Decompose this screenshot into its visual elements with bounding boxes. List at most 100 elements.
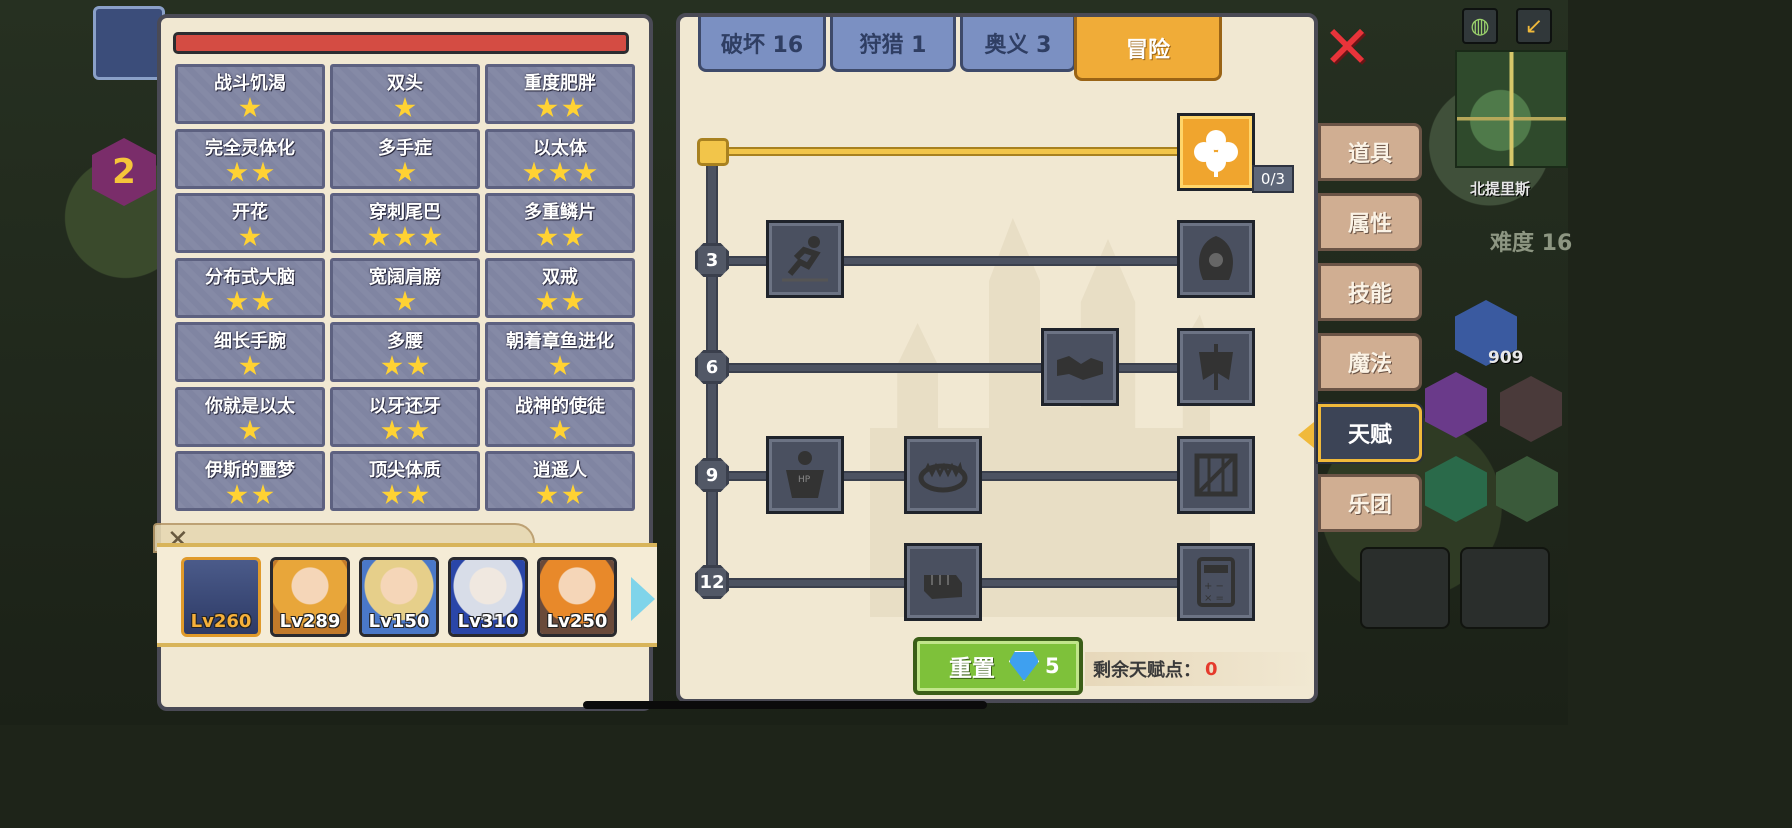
- hero-portrait-3[interactable]: Lv150: [359, 557, 439, 637]
- trait-cell[interactable]: 双头: [330, 64, 480, 124]
- trait-stars: [381, 355, 429, 377]
- star-icon: [226, 290, 248, 311]
- trait-cell[interactable]: 多腰: [330, 322, 480, 382]
- team-strip: Lv260 Lv289 Lv150 Lv310 Lv250: [157, 543, 657, 647]
- trait-cell[interactable]: 双戒: [485, 257, 635, 318]
- trait-name: 你就是以太: [205, 395, 295, 417]
- sleep-slot[interactable]: [1460, 547, 1550, 629]
- star-icon: [239, 97, 261, 118]
- trait-name: 重度肥胖: [524, 73, 596, 94]
- trait-name: 以太体: [533, 137, 587, 159]
- points-label: 剩余天赋点：: [1093, 660, 1201, 681]
- star-icon: [549, 161, 571, 182]
- star-icon: [523, 161, 545, 182]
- side-tab-band[interactable]: 乐团: [1318, 474, 1422, 532]
- bear-trap-talent[interactable]: [904, 436, 982, 514]
- level-node-label: 12: [699, 571, 725, 593]
- star-icon: [239, 419, 261, 440]
- side-tab-talent[interactable]: 天赋: [1318, 404, 1422, 462]
- trait-cell[interactable]: 分布式大脑: [175, 257, 325, 318]
- minimap[interactable]: [1455, 50, 1568, 168]
- trait-stars: [536, 290, 584, 313]
- side-tab-skills[interactable]: 技能: [1318, 263, 1422, 321]
- trait-cell[interactable]: 伊斯的噩梦: [175, 451, 325, 511]
- war-banner-talent[interactable]: [1177, 328, 1255, 406]
- trait-cell[interactable]: 完全灵体化: [175, 128, 325, 189]
- hero-portrait-1[interactable]: Lv260: [181, 557, 261, 637]
- trait-cell[interactable]: 宽阔肩膀: [330, 257, 480, 318]
- difficulty-label: 难度 16: [1490, 231, 1573, 256]
- side-tab-items[interactable]: 道具: [1318, 123, 1422, 181]
- minimize-icon[interactable]: ↙: [1516, 8, 1552, 44]
- fist-icon: [924, 575, 962, 599]
- meat-food-slot[interactable]: [1360, 547, 1450, 629]
- crate-talent[interactable]: [1177, 436, 1255, 514]
- tab-mystery[interactable]: 奥义 3: [960, 17, 1076, 72]
- talent-start-node: [697, 138, 729, 166]
- trait-stars: [239, 226, 261, 248]
- trait-cell[interactable]: 重度肥胖: [485, 64, 635, 124]
- tab-hunting[interactable]: 狩猎 1: [830, 17, 956, 72]
- trait-cell[interactable]: 多重鳞片: [485, 193, 635, 253]
- hp-muscle-talent[interactable]: HP: [766, 436, 844, 514]
- handshake-talent[interactable]: [1041, 328, 1119, 406]
- hero-level: Lv250: [546, 611, 608, 632]
- tab-destruction[interactable]: 破坏 16: [698, 17, 826, 72]
- sprint-talent[interactable]: [766, 220, 844, 298]
- hero-portrait-2[interactable]: Lv289: [270, 557, 350, 637]
- talent-track-top: [712, 147, 1182, 156]
- hero-level: Lv289: [279, 611, 341, 632]
- trait-stars: [381, 419, 429, 442]
- home-indicator[interactable]: [583, 701, 987, 709]
- tab-adventure[interactable]: 冒险: [1074, 17, 1222, 81]
- hooded-figure-talent[interactable]: [1177, 220, 1255, 298]
- star-icon: [536, 226, 558, 247]
- hero-level: Lv260: [190, 611, 252, 632]
- reset-button[interactable]: 重置 5: [913, 637, 1083, 695]
- globe-icon[interactable]: ◍: [1462, 8, 1498, 44]
- trait-cell[interactable]: 以太体: [485, 128, 635, 189]
- next-hero-arrow-icon[interactable]: [631, 577, 655, 621]
- trait-stars: [381, 484, 429, 506]
- trait-cell[interactable]: 以牙还牙: [330, 386, 480, 447]
- trait-cell[interactable]: 多手症: [330, 128, 480, 189]
- trait-cell[interactable]: 战斗饥渴: [175, 64, 325, 124]
- player-avatar[interactable]: [93, 6, 165, 80]
- trait-cell[interactable]: 穿刺尾巴: [330, 193, 480, 253]
- star-icon: [407, 419, 429, 440]
- side-tab-magic[interactable]: 魔法: [1318, 333, 1422, 391]
- trait-cell[interactable]: 顶尖体质: [330, 451, 480, 511]
- star-icon: [252, 290, 274, 311]
- star-icon: [226, 161, 248, 182]
- trait-grid: 战斗饥渴 双头 重度肥胖完全灵体化 多手症 以太体开花 穿刺尾巴 多重鳞片分布式大脑 宽阔肩膀…: [175, 64, 637, 511]
- trait-stars: [394, 161, 416, 184]
- trait-cell[interactable]: 开花: [175, 193, 325, 253]
- trait-cell[interactable]: 你就是以太: [175, 386, 325, 447]
- trait-name: 以牙还牙: [369, 395, 441, 417]
- trait-stars: [536, 226, 584, 248]
- calculator-talent[interactable]: + − × =: [1177, 543, 1255, 621]
- trait-name: 朝着章鱼进化: [506, 331, 614, 352]
- trait-cell[interactable]: 战神的使徒: [485, 386, 635, 447]
- trait-cell[interactable]: 朝着章鱼进化: [485, 322, 635, 382]
- trait-name: 战神的使徒: [515, 395, 605, 417]
- trait-cell[interactable]: 逍遥人: [485, 451, 635, 511]
- hero-portrait-4[interactable]: Lv310: [448, 557, 528, 637]
- fist-talent[interactable]: [904, 543, 982, 621]
- trait-name: 双戒: [542, 266, 578, 288]
- close-icon[interactable]: ✕: [1322, 18, 1372, 76]
- diamond-icon: [1009, 651, 1039, 681]
- star-icon: [575, 161, 597, 182]
- trait-stars: [523, 161, 597, 184]
- side-tab-attributes[interactable]: 属性: [1318, 193, 1422, 251]
- trait-cell[interactable]: 细长手腕: [175, 322, 325, 382]
- trait-stars: [536, 97, 584, 119]
- hero-portrait-5[interactable]: Lv250: [537, 557, 617, 637]
- trait-name: 多重鳞片: [524, 202, 596, 223]
- hud-level-value: 2: [112, 152, 136, 192]
- star-icon: [536, 97, 558, 118]
- crate-icon: [1194, 453, 1238, 497]
- trait-name: 穿刺尾巴: [369, 202, 441, 223]
- clover-talent[interactable]: [1177, 113, 1255, 191]
- svg-text:+ −: + −: [1204, 581, 1224, 592]
